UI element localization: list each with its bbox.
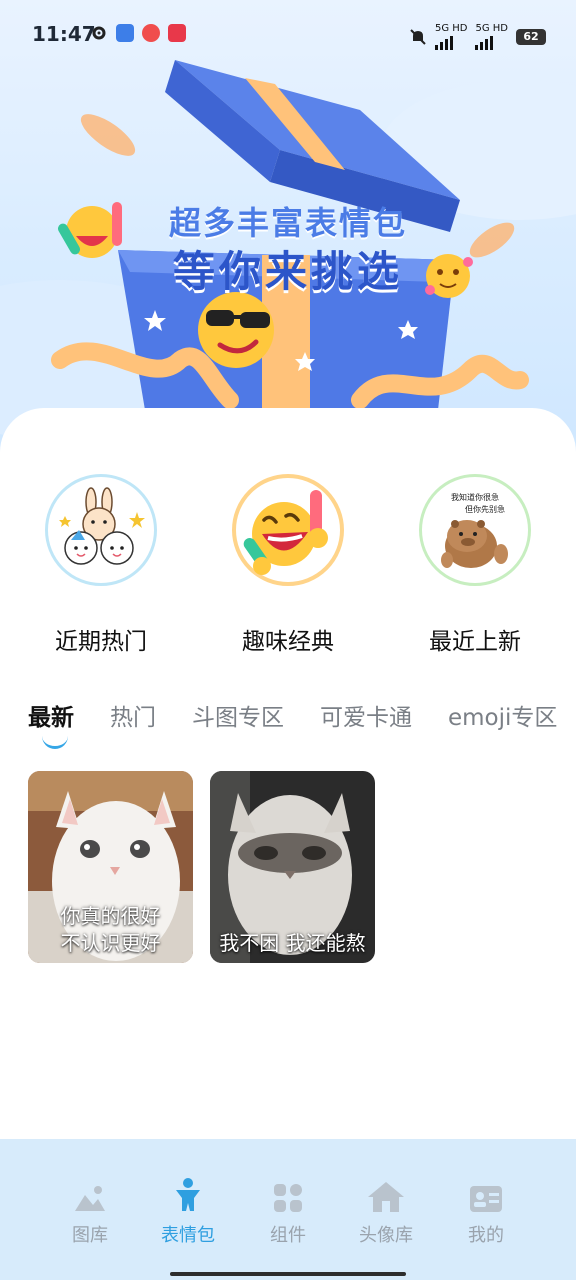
signal-2: 5G HD [475,24,508,50]
category-row: 近期热门 趣味经典 我知道你很急 但你先别急 最近上新 [0,474,576,655]
gallery-icon [50,1179,130,1213]
sticker-grid: 你真的很好 不认识更好 我不困 我还能熬 [28,771,375,963]
tab-hot[interactable]: 热门 [110,698,156,732]
nav-label: 表情包 [161,1225,215,1246]
tab-latest[interactable]: 最新 [28,698,74,749]
status-right-icons: 5G HD 5G HD 62 [409,24,546,50]
id-card-icon [446,1179,526,1213]
nav-mine[interactable]: 我的 [446,1179,526,1247]
notification-icons [90,24,186,42]
banner-subheadline: 等你来挑选 [172,247,403,296]
nav-widgets[interactable]: 组件 [248,1179,328,1247]
sticker-caption: 你真的很好 不认识更好 [28,903,193,957]
category-tabs: 最新 热门 斗图专区 可爱卡通 emoji专区 [28,698,557,749]
nav-gallery[interactable]: 图库 [50,1179,130,1247]
caption-line: 你真的很好 [60,904,161,928]
status-time: 11:47 [32,22,96,46]
mute-bell-icon [410,29,426,45]
category-label: 近期热门 [55,629,147,655]
tab-label: 最新 [28,705,74,731]
bunny-cartoon-icon [45,474,157,586]
capybara-caption-line2: 但你先别急 [465,504,505,514]
caption-line: 我不困 我还能熬 [219,931,366,955]
map-notification-icon [142,24,160,42]
category-label: 趣味经典 [242,629,334,655]
nav-label: 图库 [72,1225,108,1246]
status-bar: 11:47 5G HD 5G HD 62 [0,0,576,70]
capybara-icon: 我知道你很急 但你先别急 [419,474,531,586]
category-label: 最近上新 [429,629,521,655]
network-type-label: 5G HD [475,23,508,34]
caption-line: 不认识更好 [60,931,161,955]
signal-bars-icon [475,34,494,50]
battery-icon: 62 [516,29,546,45]
network-type-label: 5G HD [434,23,468,34]
nav-label: 组件 [270,1225,306,1246]
capybara-caption-line1: 我知道你很急 [451,492,499,502]
nav-label: 头像库 [359,1225,413,1246]
nav-stickers[interactable]: 表情包 [148,1178,228,1247]
category-classic[interactable]: 趣味经典 [193,474,383,656]
laughing-emoji-icon [232,474,344,586]
content-panel: 近期热门 趣味经典 我知道你很急 但你先别急 最近上新 最新 热门 斗图专区 可… [0,408,576,1143]
sticker-card[interactable]: 我不困 我还能熬 [210,771,375,963]
settings-gear-icon [92,26,106,40]
nav-label: 我的 [468,1225,504,1246]
category-hot[interactable]: 近期热门 [6,474,196,656]
tab-meme-battle[interactable]: 斗图专区 [192,698,284,732]
category-new[interactable]: 我知道你很急 但你先别急 最近上新 [380,474,570,656]
app-notification-icon [116,24,134,42]
home-indicator[interactable] [170,1272,406,1276]
nav-avatars[interactable]: 头像库 [346,1179,426,1247]
widgets-icon [248,1179,328,1213]
sticker-caption: 我不困 我还能熬 [210,930,375,957]
signal-1: 5G HD [434,23,468,50]
active-tab-indicator [42,734,68,749]
shopping-notification-icon [168,24,186,42]
signal-bars-icon [434,34,453,50]
bottom-navigation: 图库 表情包 组件 头像库 我的 [0,1139,576,1280]
house-icon [346,1179,426,1213]
sticker-card[interactable]: 你真的很好 不认识更好 [28,771,193,963]
tab-emoji[interactable]: emoji专区 [448,698,557,732]
person-icon [148,1178,228,1213]
tab-cute-cartoon[interactable]: 可爱卡通 [320,698,412,732]
